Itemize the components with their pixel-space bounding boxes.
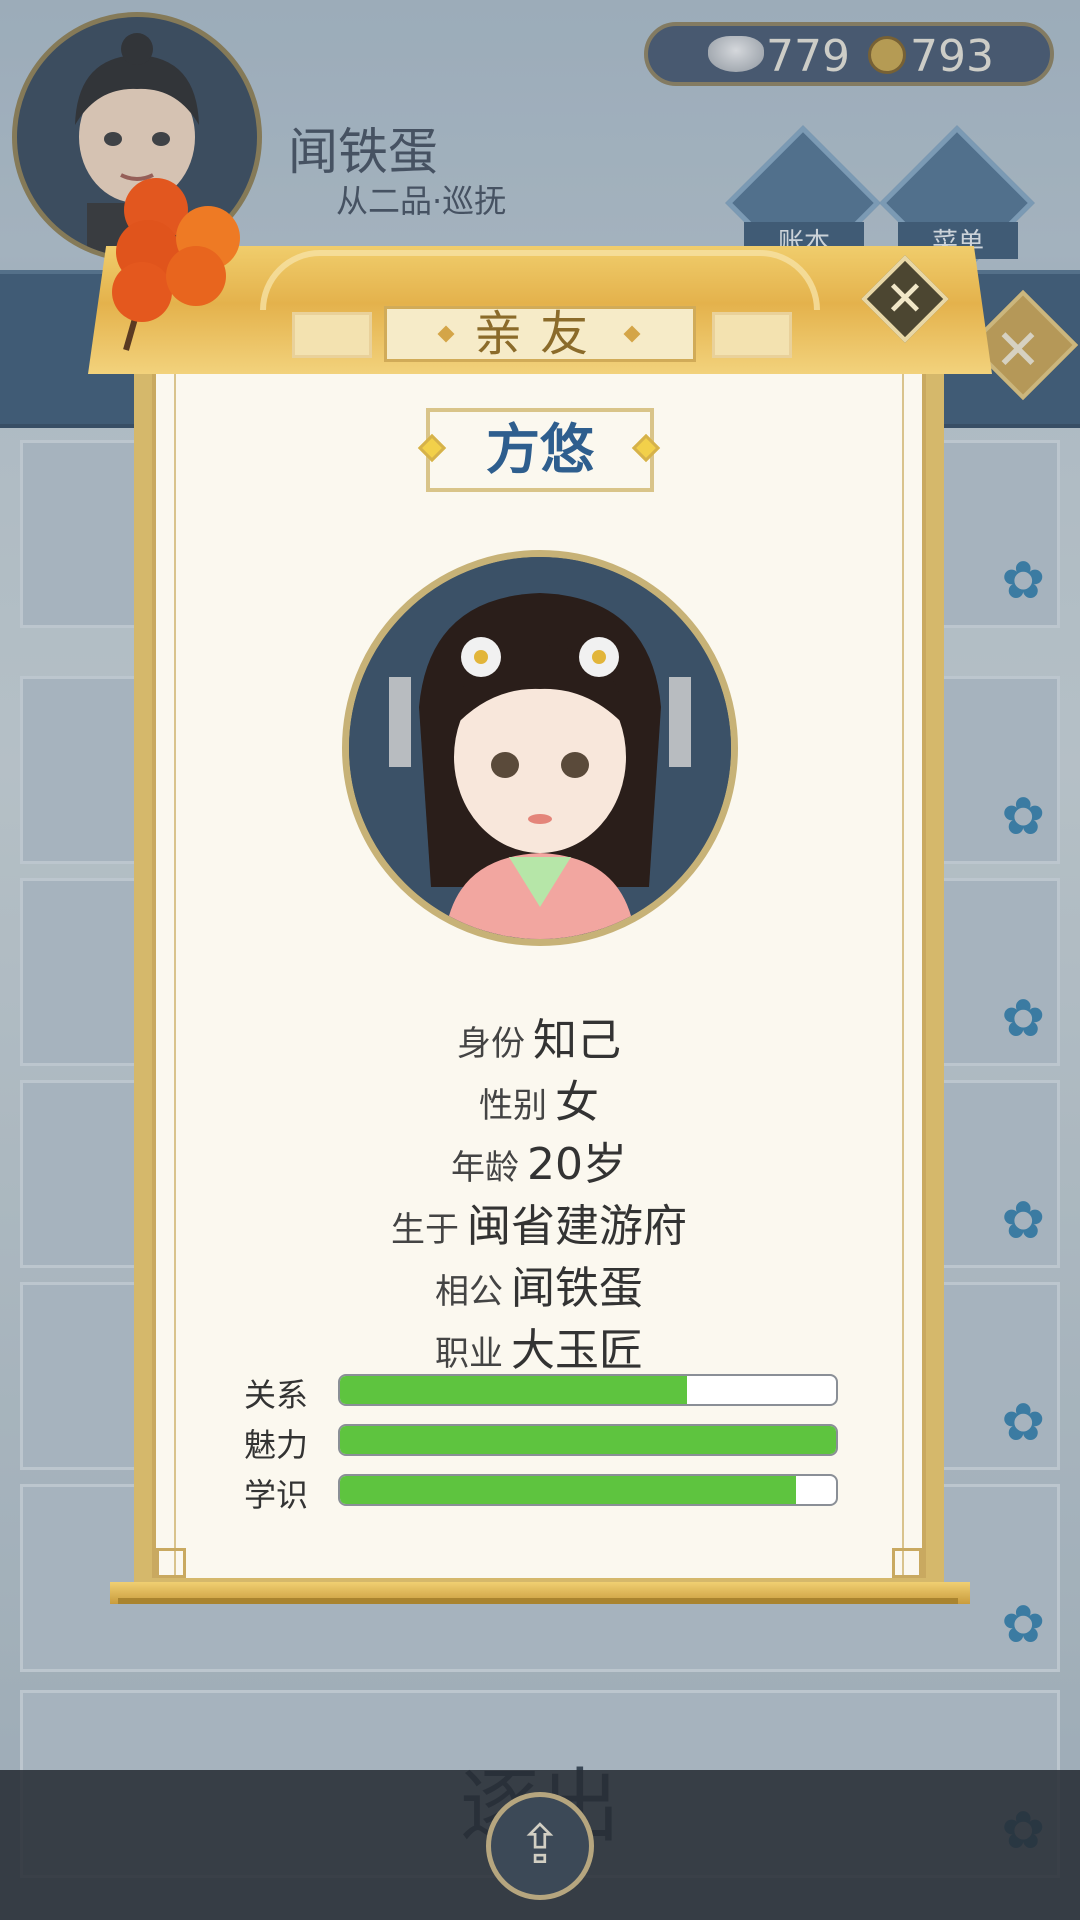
info-value: 闽省建游府 <box>467 1201 687 1252</box>
info-husband: 相公 闻铁蛋 <box>152 1252 926 1316</box>
corner-ornament <box>156 1548 186 1578</box>
stat-knowledge-label: 学识 <box>244 1476 309 1514</box>
character-name: 方悠 <box>426 408 654 492</box>
stat-knowledge-bar <box>338 1474 838 1506</box>
info-label: 相公 <box>435 1272 503 1312</box>
stat-fill <box>340 1476 797 1504</box>
stat-relationship-bar <box>338 1374 838 1406</box>
info-gender: 性别女 <box>152 1066 926 1130</box>
stat-fill <box>340 1376 688 1404</box>
header-side-plate <box>712 312 792 358</box>
info-value: 女 <box>555 1077 599 1128</box>
info-value: 知己 <box>533 1015 621 1066</box>
info-label: 身份 <box>457 1024 525 1064</box>
stat-charm-bar <box>338 1424 838 1456</box>
info-identity: 身份 知己 <box>152 1004 926 1068</box>
info-value: 20岁 <box>527 1139 627 1190</box>
info-label: 生于 <box>391 1210 459 1250</box>
cloud-pattern-decoration <box>260 250 820 310</box>
stat-fill <box>340 1426 836 1454</box>
dialog-title: 亲友 <box>384 306 696 362</box>
corner-ornament <box>892 1548 922 1578</box>
dialog-footer-shadow <box>118 1598 958 1604</box>
info-birthplace: 生于 闽省建游府 <box>152 1190 926 1254</box>
info-value: 大玉匠 <box>511 1325 643 1376</box>
info-occupation: 职业 大玉匠 <box>152 1314 926 1378</box>
stat-charm-label: 魅力 <box>244 1426 309 1464</box>
info-value: 闻铁蛋 <box>511 1263 643 1314</box>
close-icon: ✕ <box>884 271 926 327</box>
info-label: 年龄 <box>451 1148 519 1188</box>
info-label: 职业 <box>435 1334 503 1374</box>
header-side-plate <box>292 312 372 358</box>
stat-relationship-label: 关系 <box>244 1376 309 1414</box>
candied-fruit-icon <box>112 178 240 351</box>
info-age: 年龄 20岁 <box>152 1128 926 1192</box>
character-portrait <box>342 550 738 946</box>
info-label: 性别 <box>479 1086 547 1126</box>
